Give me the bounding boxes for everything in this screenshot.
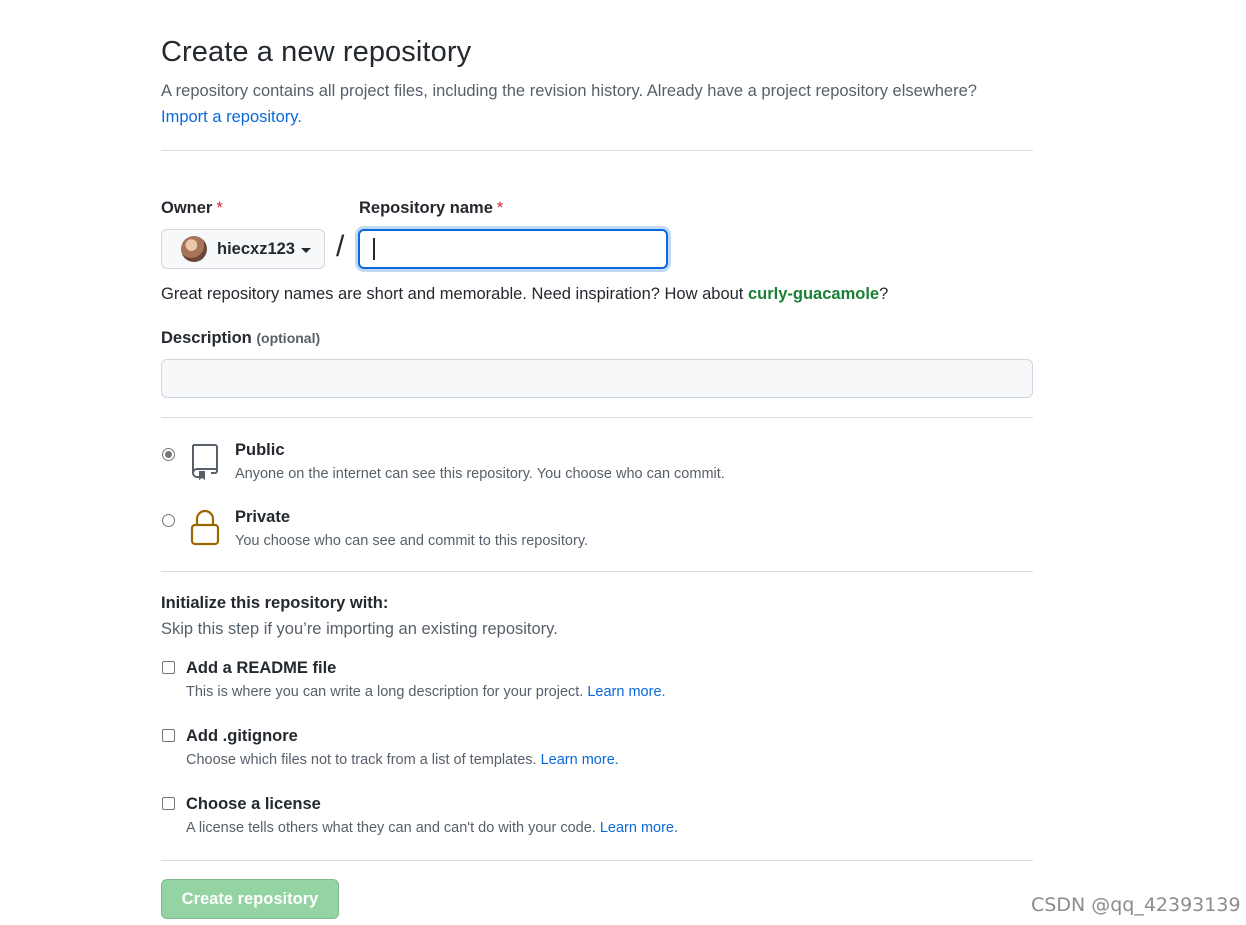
required-mark: *	[496, 199, 504, 217]
readme-checkbox[interactable]	[162, 661, 175, 674]
gitignore-learn-more-link[interactable]: Learn more.	[541, 752, 619, 768]
readme-desc-text: This is where you can write a long descr…	[186, 684, 584, 700]
license-title: Choose a license	[186, 795, 321, 813]
description-label-text: Description	[161, 329, 252, 347]
public-radio[interactable]	[162, 448, 175, 461]
description-input[interactable]	[161, 359, 1033, 398]
name-suggestion-link[interactable]: curly-guacamole	[748, 285, 879, 303]
gitignore-desc-text: Choose which files not to track from a l…	[186, 752, 537, 768]
repo-name-label: Repository name *	[359, 199, 503, 218]
repository-name-input[interactable]	[358, 229, 668, 269]
import-repository-link[interactable]: Import a repository.	[161, 108, 302, 126]
owner-label: Owner *	[161, 199, 223, 218]
license-learn-more-link[interactable]: Learn more.	[600, 820, 678, 836]
hint-text: Great repository names are short and mem…	[161, 285, 748, 303]
license-desc-text: A license tells others what they can and…	[186, 820, 596, 836]
avatar	[181, 236, 207, 262]
owner-dropdown[interactable]: hiecxz123	[161, 229, 325, 269]
owner-name: hiecxz123	[217, 239, 295, 258]
gitignore-title: Add .gitignore	[186, 727, 298, 745]
watermark: CSDN @qq_42393139	[1031, 894, 1241, 916]
license-desc: A license tells others what they can and…	[186, 820, 678, 836]
hint-end: ?	[879, 285, 889, 303]
repo-icon	[192, 444, 218, 480]
page-title: Create a new repository	[161, 36, 472, 68]
divider	[161, 150, 1033, 151]
private-radio[interactable]	[162, 514, 175, 527]
repo-name-label-text: Repository name	[359, 199, 493, 217]
page-subtitle: A repository contains all project files,…	[161, 78, 1041, 130]
public-title: Public	[235, 441, 285, 459]
lock-icon	[190, 509, 220, 546]
owner-repo-separator: /	[336, 230, 345, 263]
private-title: Private	[235, 508, 291, 526]
gitignore-checkbox[interactable]	[162, 729, 175, 742]
readme-learn-more-link[interactable]: Learn more.	[587, 684, 665, 700]
private-desc: You choose who can see and commit to thi…	[235, 533, 589, 549]
readme-desc: This is where you can write a long descr…	[186, 684, 666, 700]
owner-label-text: Owner	[161, 199, 213, 217]
gitignore-desc: Choose which files not to track from a l…	[186, 752, 619, 768]
initialize-title: Initialize this repository with:	[161, 594, 389, 612]
divider	[161, 417, 1033, 418]
subtitle-text: A repository contains all project files,…	[161, 82, 977, 100]
optional-tag: (optional)	[256, 330, 321, 346]
initialize-desc: Skip this step if you’re importing an ex…	[161, 620, 558, 638]
description-label: Description (optional)	[161, 329, 320, 348]
chevron-down-icon	[300, 247, 311, 253]
repo-name-hint: Great repository names are short and mem…	[161, 285, 888, 304]
license-checkbox[interactable]	[162, 797, 175, 810]
required-mark: *	[216, 199, 223, 217]
text-cursor	[373, 238, 375, 260]
divider	[161, 860, 1033, 861]
create-repository-button[interactable]: Create repository	[161, 879, 339, 919]
readme-title: Add a README file	[186, 659, 337, 677]
divider	[161, 571, 1033, 572]
public-desc: Anyone on the internet can see this repo…	[235, 466, 725, 482]
